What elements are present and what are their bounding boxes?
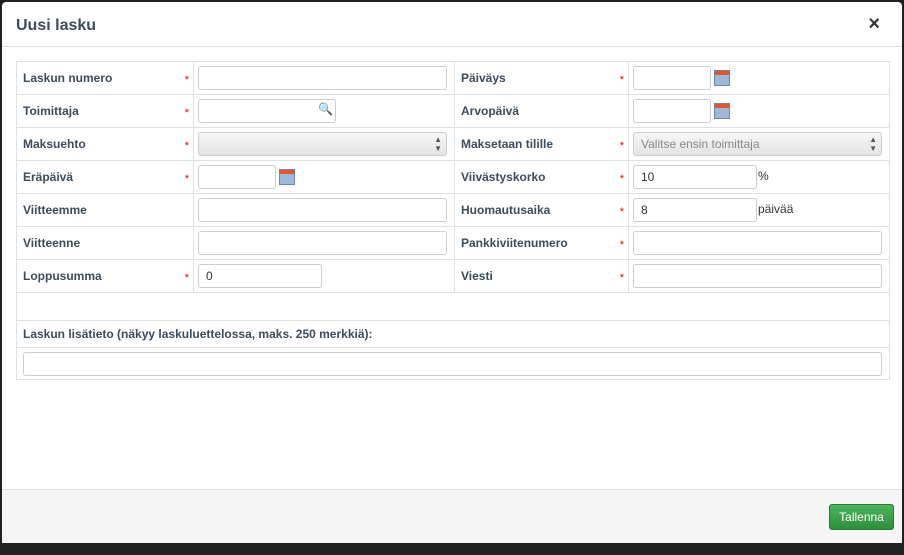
dialog-header: Uusi lasku × xyxy=(2,2,902,47)
maksetaan-tilille-value: Valitse ensin toimittaja xyxy=(641,137,760,151)
viitteemme-label: Viitteemme xyxy=(23,203,87,217)
maksuehto-select[interactable]: ▲ ▼ xyxy=(198,132,447,156)
required-mark: * xyxy=(184,140,189,152)
maksuehto-label: Maksuehto xyxy=(23,137,86,151)
laskun-numero-label: Laskun numero xyxy=(23,71,113,85)
erapaiva-input[interactable] xyxy=(198,165,276,189)
huomautusaika-input[interactable] xyxy=(633,198,757,222)
paivays-input[interactable] xyxy=(633,66,711,90)
percent-unit: % xyxy=(758,169,769,184)
viivastyskorko-label: Viivästyskorko xyxy=(461,170,546,184)
maksetaan-tilille-select[interactable]: Valitse ensin toimittaja ▲ ▼ xyxy=(633,132,882,156)
loppusumma-label: Loppusumma xyxy=(23,269,102,283)
arvopaiva-label: Arvopäivä xyxy=(461,104,520,118)
viitteenne-label: Viitteenne xyxy=(23,236,81,250)
required-mark: * xyxy=(184,272,189,284)
required-mark: * xyxy=(184,107,189,119)
required-mark: * xyxy=(619,239,624,251)
viitteenne-input[interactable] xyxy=(198,231,447,255)
toimittaja-label: Toimittaja xyxy=(23,104,79,118)
required-mark: * xyxy=(619,173,624,185)
save-button[interactable]: Tallenna xyxy=(829,504,894,530)
pankkiviitenumero-label: Pankkiviitenumero xyxy=(461,236,568,250)
required-mark: * xyxy=(619,140,624,152)
required-mark: * xyxy=(619,206,624,218)
dialog-footer: Tallenna xyxy=(2,489,902,543)
arvopaiva-input[interactable] xyxy=(633,99,711,123)
viesti-input[interactable] xyxy=(633,264,882,288)
required-mark: * xyxy=(184,74,189,86)
required-mark: * xyxy=(619,74,624,86)
spacer-row xyxy=(16,292,890,321)
viitteemme-input[interactable] xyxy=(198,198,447,222)
select-arrows-icon: ▲ ▼ xyxy=(434,135,442,153)
huomautusaika-label: Huomautusaika xyxy=(461,203,551,217)
required-mark: * xyxy=(619,272,624,284)
calendar-icon[interactable] xyxy=(714,70,730,86)
invoice-form: Laskun numero * Päiväys * Toimittaja * 🔍 Ar… xyxy=(16,61,890,380)
required-mark: * xyxy=(184,173,189,185)
pankkiviitenumero-input[interactable] xyxy=(633,231,882,255)
viivastyskorko-input[interactable] xyxy=(633,165,757,189)
new-invoice-dialog: Uusi lasku × Laskun numero * Päiväys * Toi… xyxy=(2,2,902,543)
select-arrows-icon: ▲ ▼ xyxy=(869,135,877,153)
paivays-label: Päiväys xyxy=(461,71,506,85)
maksetaan-tilille-label: Maksetaan tilille xyxy=(461,137,554,151)
close-icon[interactable]: × xyxy=(868,13,880,36)
calendar-icon[interactable] xyxy=(714,103,730,119)
dialog-title: Uusi lasku xyxy=(16,17,97,34)
lisatieto-input[interactable] xyxy=(23,351,882,376)
laskun-numero-input[interactable] xyxy=(198,66,447,90)
lisatieto-label: Laskun lisätieto (näkyy laskuluettelossa… xyxy=(23,327,373,341)
loppusumma-input[interactable] xyxy=(198,264,322,288)
calendar-icon[interactable] xyxy=(279,169,295,185)
search-icon[interactable]: 🔍 xyxy=(318,102,333,116)
erapaiva-label: Eräpäivä xyxy=(23,170,74,184)
toimittaja-input[interactable] xyxy=(198,99,336,123)
days-unit: päivää xyxy=(758,202,794,217)
viesti-label: Viesti xyxy=(461,269,493,283)
